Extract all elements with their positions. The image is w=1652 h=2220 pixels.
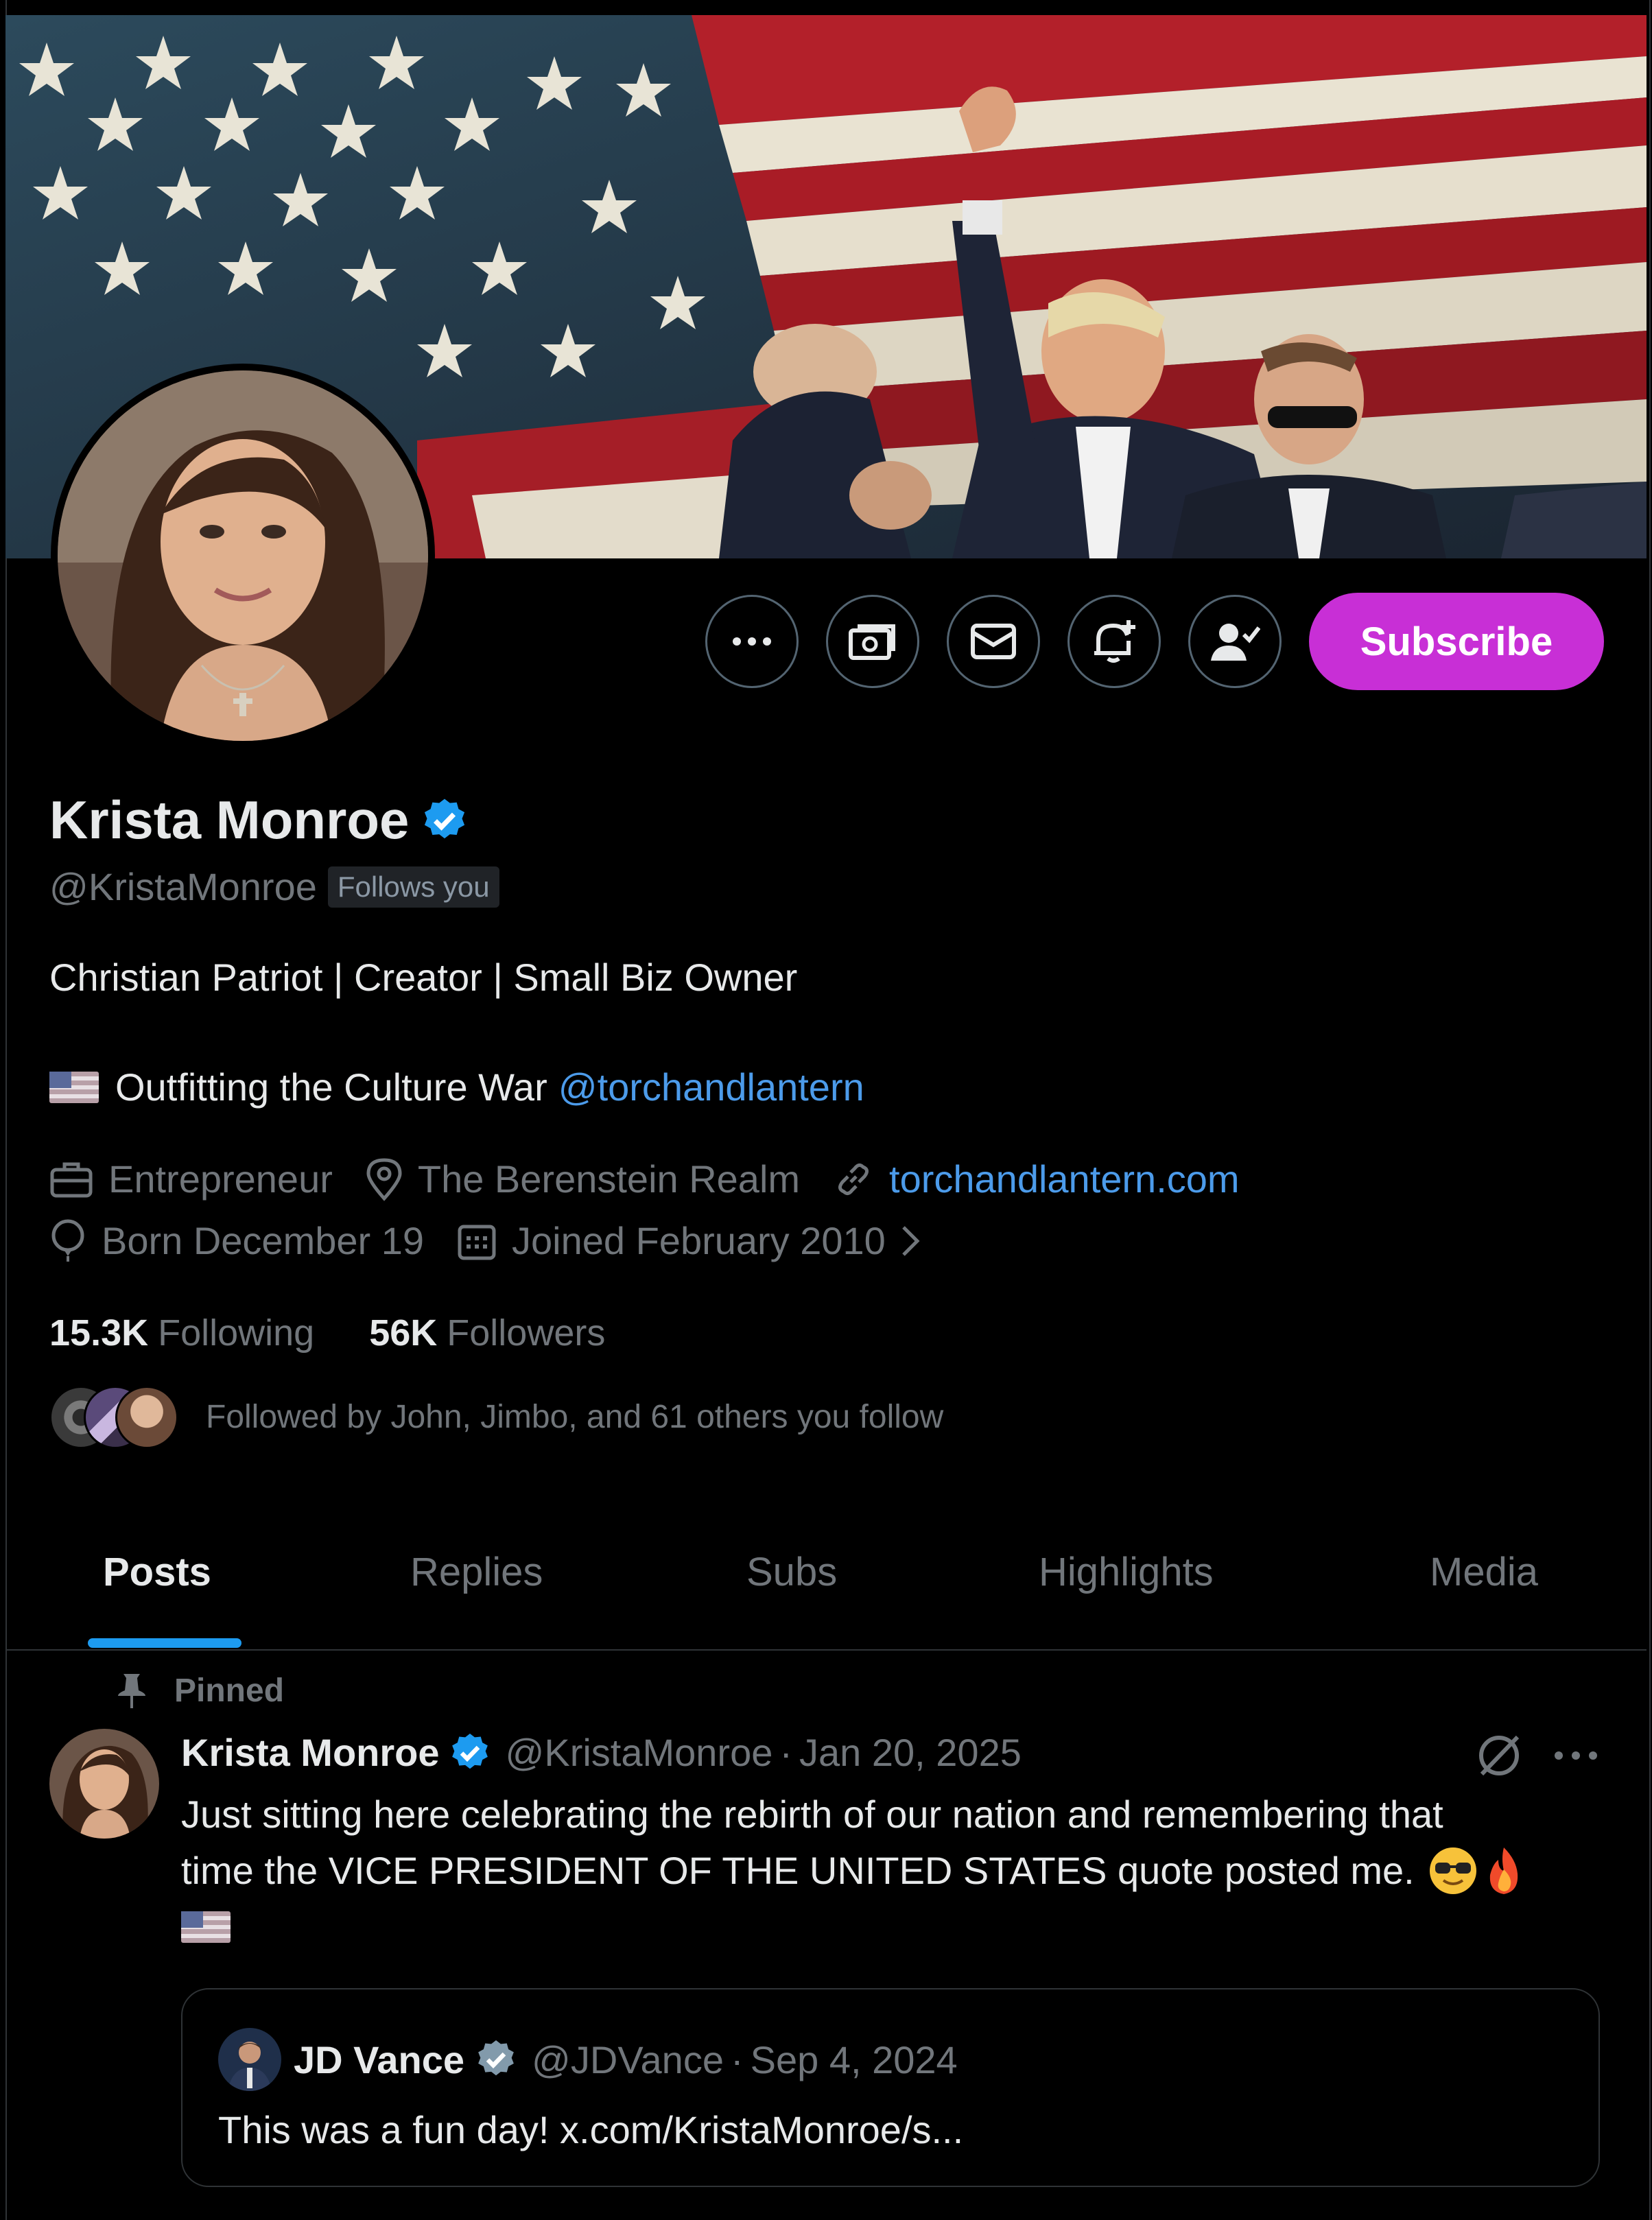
profile-meta-row-2: Born December 19 Joined February 2010 xyxy=(49,1218,972,1263)
bio-mention-link[interactable]: @torchandlantern xyxy=(558,1065,864,1109)
pinned-label: Pinned xyxy=(174,1672,285,1709)
more-icon[interactable] xyxy=(1552,1749,1600,1762)
quoted-post-header: JD Vance @JDVance · Sep 4, 2024 xyxy=(218,2028,958,2091)
gray-verified-badge-icon xyxy=(478,2040,514,2076)
envelope-icon xyxy=(971,624,1016,659)
post-author-avatar[interactable] xyxy=(49,1729,159,1839)
quoted-post-card[interactable]: JD Vance @JDVance · Sep 4, 2024 This was… xyxy=(181,1988,1600,2187)
active-tab-indicator xyxy=(88,1638,241,1648)
quoted-post-date: Sep 4, 2024 xyxy=(750,2038,958,2081)
tab-media[interactable]: Media xyxy=(1430,1549,1538,1595)
chevron-right-icon xyxy=(902,1225,920,1256)
quoted-author-handle: @JDVance xyxy=(532,2038,724,2081)
profile-name: Krista Monroe xyxy=(49,790,410,850)
joined-text: Joined February 2010 xyxy=(512,1219,886,1262)
bio-line-2-text: Outfitting the Culture War xyxy=(115,1065,547,1109)
message-button[interactable] xyxy=(947,595,1040,688)
quoted-author-avatar xyxy=(218,2028,281,2091)
birthday-text: Born December 19 xyxy=(102,1219,425,1262)
pinned-indicator: Pinned xyxy=(117,1671,284,1710)
profile-avatar[interactable] xyxy=(58,370,428,741)
balloon-icon xyxy=(51,1219,84,1262)
bio-line-1: Christian Patriot | Creator | Small Biz … xyxy=(49,956,798,999)
grok-icon[interactable] xyxy=(1475,1732,1523,1780)
followers-label: Followers xyxy=(447,1312,606,1354)
profile-handle-row: @KristaMonroe Follows you xyxy=(49,864,499,909)
joined-item[interactable]: Joined February 2010 xyxy=(457,1218,939,1263)
quoted-post-separator: · xyxy=(730,2038,744,2081)
verified-badge-icon xyxy=(425,799,465,838)
post-header: Krista Monroe @KristaMonroe · Jan 20, 20… xyxy=(181,1730,1022,1775)
post-body: Just sitting here celebrating the rebirt… xyxy=(181,1786,1608,1955)
money-icon xyxy=(849,624,895,660)
post-text-line-2-text: time the VICE PRESIDENT OF THE UNITED ST… xyxy=(181,1849,1415,1892)
post-author-name[interactable]: Krista Monroe xyxy=(181,1730,440,1775)
sunglasses-emoji-icon xyxy=(1429,1847,1476,1894)
profession-text: Entrepreneur xyxy=(108,1157,333,1201)
post-separator: · xyxy=(779,1731,793,1774)
post-text-line-2: time the VICE PRESIDENT OF THE UNITED ST… xyxy=(181,1843,1608,1899)
pin-icon xyxy=(118,1674,145,1708)
location-text: The Berenstein Realm xyxy=(417,1157,801,1201)
profile-meta-row-1: Entrepreneur The Berenstein Realm torcha… xyxy=(49,1157,1273,1201)
followed-by-text: Followed by John, Jimbo, and 61 others y… xyxy=(206,1398,944,1435)
us-flag-emoji-icon xyxy=(181,1911,231,1943)
post-actions-top xyxy=(1475,1732,1600,1780)
profession-item: Entrepreneur xyxy=(49,1157,333,1201)
subscribe-button[interactable]: Subscribe xyxy=(1309,593,1604,690)
profile-actions: Subscribe xyxy=(705,593,1604,690)
bell-plus-icon xyxy=(1094,620,1135,663)
birthday-item: Born December 19 xyxy=(49,1218,424,1263)
profile-avatar-frame xyxy=(51,364,435,748)
followers-count: 56K xyxy=(369,1312,438,1354)
post-date[interactable]: Jan 20, 2025 xyxy=(799,1730,1022,1775)
website-item: torchandlantern.com xyxy=(833,1157,1240,1201)
verified-badge-icon xyxy=(451,1733,488,1769)
following-label: Following xyxy=(158,1312,315,1354)
bio-line-2: Outfitting the Culture War @torchandlant… xyxy=(49,1065,864,1109)
location-pin-icon xyxy=(366,1157,402,1201)
following-count: 15.3K xyxy=(49,1312,149,1354)
follows-you-badge: Follows you xyxy=(327,866,499,908)
profile-name-row: Krista Monroe xyxy=(49,789,469,851)
profile-stats: 15.3K Following 56K Followers xyxy=(49,1312,660,1354)
quoted-author-name: JD Vance xyxy=(294,2038,465,2081)
tab-highlights[interactable]: Highlights xyxy=(1039,1549,1214,1595)
fire-emoji-icon xyxy=(1489,1847,1518,1894)
notifications-button[interactable] xyxy=(1067,595,1161,688)
post-text-line-1: Just sitting here celebrating the rebirt… xyxy=(181,1793,1443,1836)
link-icon xyxy=(838,1163,869,1195)
more-icon xyxy=(733,637,771,646)
tab-posts[interactable]: Posts xyxy=(103,1549,211,1595)
tab-replies[interactable]: Replies xyxy=(410,1549,543,1595)
mutual-followers-avatars xyxy=(49,1386,180,1449)
calendar-icon xyxy=(458,1225,496,1260)
following-button[interactable] xyxy=(1188,595,1282,688)
mutual-avatar-3 xyxy=(115,1386,178,1449)
briefcase-icon xyxy=(50,1162,93,1197)
tip-button[interactable] xyxy=(826,595,919,688)
more-button[interactable] xyxy=(705,595,799,688)
person-check-icon xyxy=(1211,624,1260,661)
followers-stat[interactable]: 56K Followers xyxy=(369,1312,605,1354)
profile-handle: @KristaMonroe xyxy=(49,865,317,908)
followed-by-row[interactable]: Followed by John, Jimbo, and 61 others y… xyxy=(49,1386,944,1449)
us-flag-emoji-icon xyxy=(49,1071,99,1103)
profile-tabs: Posts Replies Subs Highlights Media xyxy=(5,1509,1647,1651)
following-stat[interactable]: 15.3K Following xyxy=(49,1312,314,1354)
tab-subs[interactable]: Subs xyxy=(746,1549,837,1595)
location-item: The Berenstein Realm xyxy=(366,1157,800,1201)
quoted-post-text: This was a fun day! x.com/KristaMonroe/s… xyxy=(218,2108,964,2151)
website-link[interactable]: torchandlantern.com xyxy=(889,1157,1240,1201)
post-author-handle[interactable]: @KristaMonroe xyxy=(506,1730,773,1775)
post-text-line-3 xyxy=(181,1899,1608,1955)
